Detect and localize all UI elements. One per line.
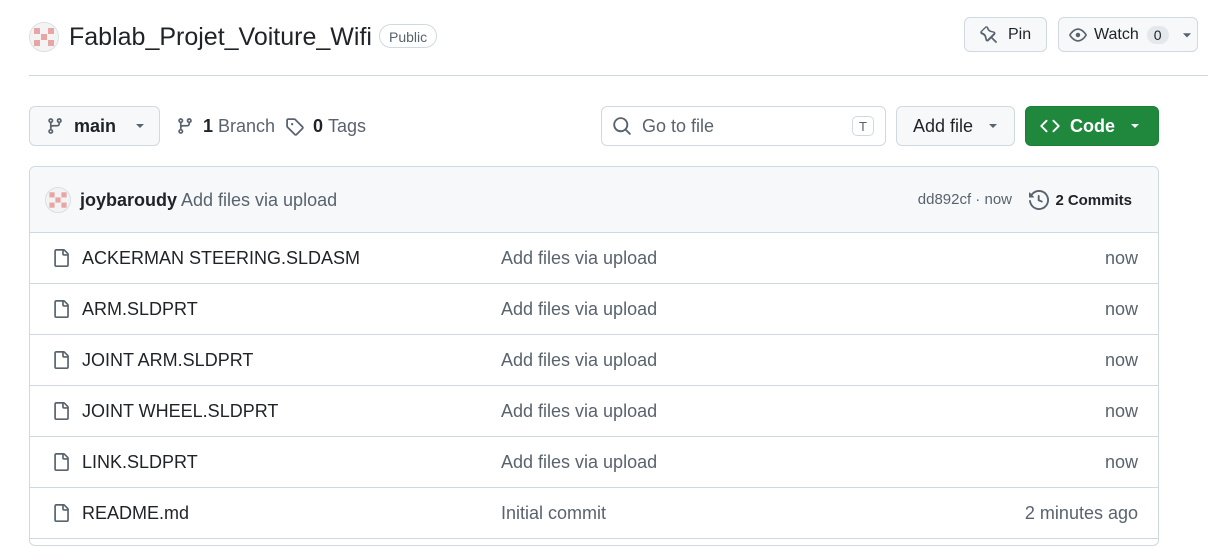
- tags-link[interactable]: 0 Tags: [285, 106, 366, 146]
- code-button[interactable]: Code: [1025, 106, 1159, 146]
- pin-button[interactable]: Pin: [964, 17, 1047, 52]
- file-icon: [52, 452, 70, 477]
- owner-avatar[interactable]: [29, 22, 59, 52]
- pin-icon: [980, 25, 998, 44]
- chevron-down-icon: [987, 120, 999, 132]
- table-row[interactable]: README.md Initial commit 2 minutes ago: [30, 488, 1158, 539]
- tag-label: Tags: [328, 115, 367, 136]
- add-file-label: Add file: [913, 115, 974, 136]
- commits-link[interactable]: 2 Commits: [1029, 167, 1132, 233]
- file-commit-message[interactable]: Add files via upload: [501, 284, 657, 334]
- file-commit-message[interactable]: Add files via upload: [501, 233, 657, 283]
- file-commit-message[interactable]: Add files via upload: [501, 437, 657, 487]
- chevron-down-icon: [1129, 120, 1141, 132]
- latest-commit-bar: joybaroudy Add files via upload dd892cf …: [30, 167, 1158, 233]
- branch-count: 1: [203, 115, 214, 136]
- file-icon: [52, 401, 70, 426]
- search-icon: [612, 116, 632, 136]
- chevron-down-icon: [1181, 29, 1193, 41]
- watch-count: 0: [1146, 25, 1169, 44]
- commit-hash-time[interactable]: dd892cf · now: [918, 167, 1012, 233]
- chevron-down-icon: [134, 120, 146, 132]
- code-icon: [1040, 116, 1060, 136]
- commit-author[interactable]: joybaroudy: [80, 167, 177, 233]
- file-commit-message[interactable]: Add files via upload: [501, 335, 657, 385]
- branches-link[interactable]: 1 Branch: [176, 106, 275, 146]
- commits-label: Commits: [1067, 191, 1132, 209]
- file-name[interactable]: ACKERMAN STEERING.SLDASM: [82, 233, 360, 283]
- file-commit-time: now: [1104, 299, 1138, 319]
- keyboard-shortcut-hint: T: [852, 116, 874, 136]
- add-file-button[interactable]: Add file: [896, 106, 1015, 146]
- commit-message[interactable]: Add files via upload: [181, 167, 337, 233]
- file-icon: [52, 503, 70, 528]
- search-placeholder: Go to file: [642, 115, 715, 136]
- file-commit-time: now: [1104, 401, 1138, 421]
- history-icon: [1029, 190, 1050, 210]
- file-commit-message[interactable]: Initial commit: [501, 488, 606, 538]
- visibility-badge: Public: [379, 24, 438, 48]
- tag-icon: [285, 117, 304, 136]
- file-icon: [52, 299, 70, 324]
- file-commit-time: 2 minutes ago: [1024, 503, 1138, 523]
- file-icon: [52, 248, 70, 273]
- file-table: joybaroudy Add files via upload dd892cf …: [29, 166, 1159, 546]
- file-commit-message[interactable]: Add files via upload: [501, 386, 657, 436]
- file-name[interactable]: LINK.SLDPRT: [82, 437, 198, 487]
- table-row[interactable]: LINK.SLDPRT Add files via upload now: [30, 437, 1158, 488]
- git-branch-icon: [46, 117, 64, 135]
- file-icon: [52, 350, 70, 375]
- file-name[interactable]: README.md: [82, 488, 189, 538]
- eye-icon: [1069, 26, 1087, 44]
- table-row[interactable]: JOINT ARM.SLDPRT Add files via upload no…: [30, 335, 1158, 386]
- code-label: Code: [1070, 115, 1115, 136]
- commits-count: 2: [1055, 191, 1064, 209]
- branch-selector[interactable]: main: [29, 106, 160, 146]
- tag-count: 0: [313, 115, 324, 136]
- watch-label: Watch: [1094, 25, 1139, 43]
- file-commit-time: now: [1104, 452, 1138, 472]
- header-divider: [29, 75, 1208, 76]
- watch-button[interactable]: Watch 0: [1058, 17, 1198, 52]
- table-row[interactable]: JOINT WHEEL.SLDPRT Add files via upload …: [30, 386, 1158, 437]
- file-commit-time: now: [1104, 248, 1138, 268]
- file-commit-time: now: [1104, 350, 1138, 370]
- pin-label: Pin: [1008, 25, 1032, 43]
- table-row[interactable]: ACKERMAN STEERING.SLDASM Add files via u…: [30, 233, 1158, 284]
- branch-name: main: [74, 115, 117, 136]
- file-name[interactable]: ARM.SLDPRT: [82, 284, 198, 334]
- file-name[interactable]: JOINT ARM.SLDPRT: [82, 335, 253, 385]
- author-avatar[interactable]: [45, 187, 71, 213]
- file-name[interactable]: JOINT WHEEL.SLDPRT: [82, 386, 278, 436]
- table-row[interactable]: ARM.SLDPRT Add files via upload now: [30, 284, 1158, 335]
- git-branch-icon: [176, 117, 194, 135]
- branch-label: Branch: [218, 115, 276, 136]
- go-to-file-input[interactable]: Go to file T: [601, 106, 886, 146]
- repo-name[interactable]: Fablab_Projet_Voiture_Wifi: [69, 22, 372, 52]
